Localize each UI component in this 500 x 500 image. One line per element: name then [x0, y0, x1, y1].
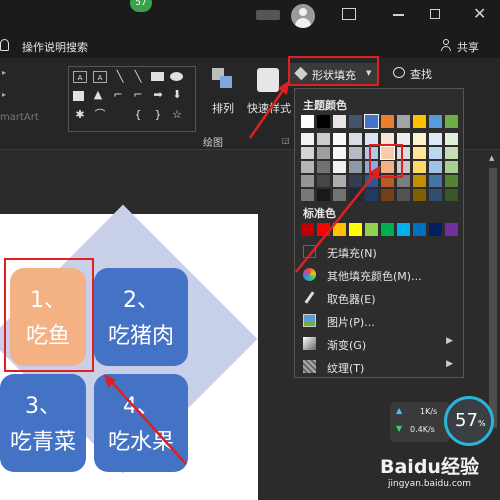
download-arrow-icon: ▼ [396, 424, 403, 433]
speed-panel: ▲ 1K/s ▼ 0.4K/s [390, 402, 450, 442]
arrow-to-shape-fill-head [278, 81, 289, 95]
baidu-watermark: Baidu经验 jingyan.baidu.com [380, 452, 498, 498]
watermark-url: jingyan.baidu.com [388, 479, 472, 489]
upload-arrow-icon: ▲ [396, 406, 403, 415]
percent-value: 57 [455, 410, 478, 431]
percent-ring: 57 % [444, 396, 494, 446]
arrow-to-card [107, 377, 187, 465]
network-monitor: ▲ 1K/s ▼ 0.4K/s 57 % [390, 396, 496, 448]
arrow-to-shape-fill [248, 85, 288, 139]
watermark-brand: Baidu经验 [380, 456, 479, 478]
percent-unit: % [478, 419, 486, 428]
upload-speed: 1K/s [420, 407, 438, 416]
download-speed: 0.4K/s [410, 425, 435, 434]
arrow-to-swatch [295, 169, 379, 273]
